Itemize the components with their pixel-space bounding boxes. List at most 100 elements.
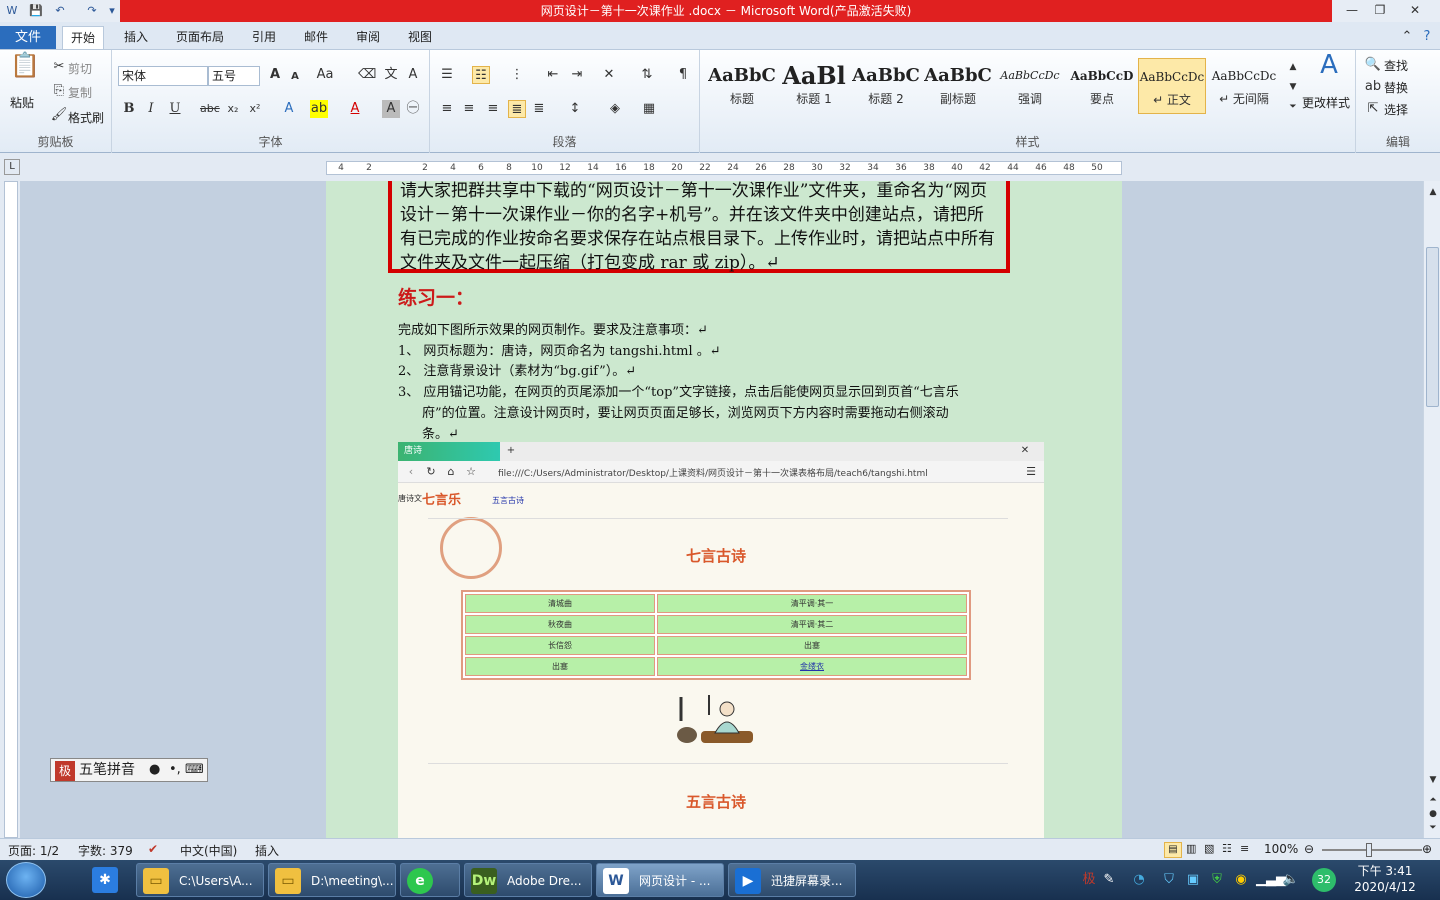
word-count[interactable]: 字数: 379 (78, 842, 133, 859)
outline-icon[interactable]: ☷ (1222, 842, 1232, 855)
clear-format-icon[interactable]: ⌫ (358, 66, 376, 84)
sort-icon[interactable]: ⇅ (638, 66, 656, 84)
fullscreen-reading-icon[interactable]: ▥ (1186, 842, 1196, 855)
line-spacing-icon[interactable]: ↕ (566, 100, 584, 118)
font-size-select[interactable]: 五号 (208, 66, 260, 86)
tab-mailings[interactable]: 邮件 (296, 26, 336, 49)
numbering-icon[interactable]: ☷ (472, 66, 490, 84)
save-icon[interactable]: 💾 (28, 3, 44, 19)
copy-button[interactable]: 复制 (68, 84, 92, 101)
change-styles-icon[interactable]: A (1314, 52, 1344, 86)
recorder-tray-icon[interactable]: ▣ (1184, 871, 1202, 889)
customize-qat-icon[interactable]: ▾ (104, 3, 120, 19)
style-strong[interactable]: AaBbCcD 要点 (1068, 58, 1136, 114)
style-title[interactable]: AaBbC 标题 (708, 58, 776, 114)
taskbar-item-explorer-2[interactable]: ▭ D:\meeting\... (268, 863, 396, 897)
ime-toolbar[interactable]: 极 五笔拼音 ● •, ⌨ (50, 758, 208, 782)
scroll-down-icon[interactable]: ▼ (1424, 771, 1440, 789)
grow-font-icon[interactable]: A (266, 66, 284, 84)
document-page[interactable]: 请大家把群共享中下载的“网页设计－第十一次课作业”文件夹，重命名为“网页设计－第… (326, 181, 1122, 838)
change-case-icon[interactable]: Aa (316, 66, 334, 84)
shield-tray-icon[interactable]: ⛨ (1208, 871, 1226, 889)
app-tray-icon[interactable]: ◉ (1232, 871, 1250, 889)
ime-punct-icon[interactable]: •, (169, 759, 181, 781)
taskbar-item-browser[interactable]: e (400, 863, 460, 897)
help-icon[interactable]: ? (1418, 28, 1436, 46)
style-heading-1[interactable]: AaBl 标题 1 (780, 58, 848, 114)
style-subtitle[interactable]: AaBbC 副标题 (924, 58, 992, 114)
tab-page-layout[interactable]: 页面布局 (168, 26, 232, 49)
tab-home[interactable]: 开始 (62, 26, 105, 49)
style-emphasis[interactable]: AaBbCcDc 强调 (996, 58, 1064, 114)
text-effects-icon[interactable]: A (280, 100, 298, 118)
replace-icon[interactable]: ab (1364, 78, 1382, 96)
minimize-icon[interactable]: — (1338, 0, 1366, 20)
zoom-out-icon[interactable]: ⊖ (1304, 842, 1314, 856)
ime-mode-label[interactable]: 五笔拼音 (79, 759, 135, 781)
web-layout-icon[interactable]: ▧ (1204, 842, 1214, 855)
ime-tray-icon[interactable]: 极 (1080, 871, 1098, 889)
ime-logo-icon[interactable]: 极 (55, 761, 75, 781)
tab-review[interactable]: 审阅 (348, 26, 388, 49)
taskbar-pinned-app[interactable]: ✱ (86, 863, 122, 897)
start-button[interactable] (6, 862, 46, 898)
find-button[interactable]: 查找 (1384, 57, 1408, 74)
style-normal[interactable]: AaBbCcDc ↵ 正文 (1138, 58, 1206, 114)
tray-badge[interactable]: 32 (1312, 868, 1336, 892)
chinese-layout-icon[interactable]: ✕ (600, 66, 618, 84)
scroll-thumb[interactable] (1426, 247, 1439, 407)
find-icon[interactable]: 🔍 (1364, 56, 1382, 74)
font-name-select[interactable]: 宋体 (118, 66, 208, 86)
taskbar-item-dreamweaver[interactable]: Dw Adobe Dre... (464, 863, 592, 897)
styles-scroll-up-icon[interactable]: ▲ (1284, 58, 1302, 76)
subscript-icon[interactable]: x₂ (224, 100, 242, 118)
next-page-icon[interactable]: ⏷ (1424, 819, 1440, 837)
page-count[interactable]: 页面: 1/2 (8, 842, 59, 859)
style-no-spacing[interactable]: AaBbCcDc ↵ 无间隔 (1210, 58, 1278, 114)
insert-mode[interactable]: 插入 (255, 842, 279, 859)
collapse-ribbon-icon[interactable]: ⌃ (1398, 28, 1416, 46)
strikethrough-icon[interactable]: abc (200, 100, 220, 118)
zoom-in-icon[interactable]: ⊕ (1422, 842, 1432, 856)
distributed-icon[interactable]: ≣ (530, 100, 548, 118)
security-tray-icon[interactable]: ⛉ (1160, 871, 1178, 889)
shading-icon[interactable]: ◈ (606, 100, 624, 118)
undo-icon[interactable]: ↶ (52, 3, 68, 19)
draft-icon[interactable]: ≡ (1240, 842, 1249, 855)
select-icon[interactable]: ⇱ (1364, 100, 1382, 118)
tab-file[interactable]: 文件 (0, 26, 56, 49)
ime-fullwidth-icon[interactable]: ● (149, 759, 160, 781)
zoom-slider[interactable] (1322, 849, 1422, 851)
taskbar-item-explorer-1[interactable]: ▭ C:\Users\A... (136, 863, 264, 897)
italic-icon[interactable]: I (142, 100, 160, 118)
styles-more-icon[interactable]: ⏷ (1284, 98, 1302, 116)
char-border-icon[interactable]: A (404, 66, 422, 84)
copy-icon[interactable]: ⎘ (50, 82, 68, 100)
print-layout-icon[interactable]: ▤ (1164, 842, 1182, 858)
pen-tray-icon[interactable]: ✎ (1100, 871, 1118, 889)
tab-selector-icon[interactable]: L (4, 159, 20, 175)
proofing-icon[interactable]: ✔ (148, 842, 158, 856)
language-indicator[interactable]: 中文(中国) (180, 842, 237, 859)
bold-icon[interactable]: B (120, 100, 138, 118)
taskbar-clock[interactable]: 下午 3:41 2020/4/12 (1350, 863, 1420, 895)
zoom-slider-thumb[interactable] (1366, 843, 1372, 857)
char-shading-icon[interactable]: A (382, 100, 400, 118)
select-button[interactable]: 选择 (1384, 101, 1408, 118)
align-center-icon[interactable]: ≡ (460, 100, 478, 118)
taskbar-item-word[interactable]: W 网页设计 - ... (596, 863, 724, 897)
justify-icon[interactable]: ≣ (508, 100, 526, 118)
volume-tray-icon[interactable]: 🔈 (1282, 871, 1300, 889)
borders-icon[interactable]: ▦ (640, 100, 658, 118)
highlight-icon[interactable]: ab (310, 100, 328, 118)
increase-indent-icon[interactable]: ⇥ (568, 66, 586, 84)
styles-scroll-down-icon[interactable]: ▼ (1284, 78, 1302, 96)
paste-button[interactable]: 粘贴 (10, 94, 34, 111)
network-tray-icon[interactable]: ◔ (1130, 871, 1148, 889)
word-app-icon[interactable]: W (4, 3, 20, 19)
change-styles-button[interactable]: 更改样式 (1302, 94, 1350, 111)
paste-icon[interactable]: 📋 (10, 53, 40, 86)
replace-button[interactable]: 替换 (1384, 79, 1408, 96)
superscript-icon[interactable]: x² (246, 100, 264, 118)
cut-icon[interactable]: ✂ (50, 58, 68, 76)
